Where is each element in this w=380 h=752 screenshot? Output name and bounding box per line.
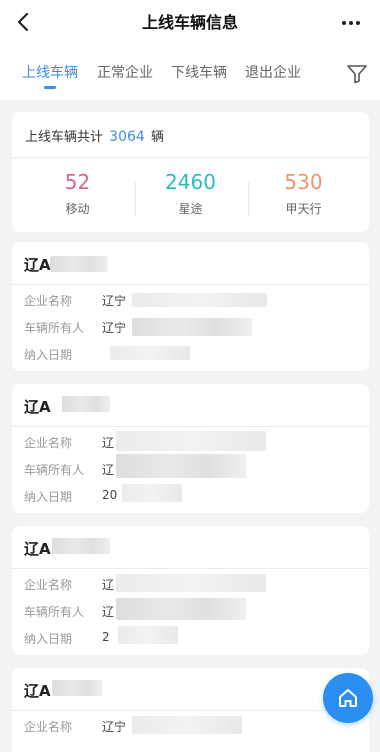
redacted-plate [50,256,108,272]
back-button[interactable] [8,6,38,38]
plate-number: 辽A [24,680,51,701]
company-label: 企业名称 [24,578,73,592]
redacted-owner [116,454,246,478]
company-label: 企业名称 [24,294,73,308]
owner-value: 辽宁 [102,321,127,335]
stat-xingtu-label: 星途 [178,202,203,216]
stat-xingtu[interactable]: 2460 星途 [131,170,250,217]
company-row: 企业名称 辽宁 [24,718,126,735]
summary-unit: 辆 [150,130,164,145]
stat-jiatianxing-value: 530 [284,170,323,194]
filter-button[interactable] [342,60,372,88]
stat-mobile-value: 52 [64,170,91,194]
owner-label: 车辆所有人 [24,463,85,477]
top-nav-bar: 上线车辆信息 [0,0,380,46]
owner-row: 车辆所有人 辽宁 [24,319,126,336]
owner-label: 车辆所有人 [24,321,85,335]
vehicle-card[interactable]: 辽A 企业名称 辽 车辆所有人 辽 纳入日期 20 [12,384,369,513]
tab-offline-vehicles[interactable]: 下线车辆 [171,62,227,86]
stat-xingtu-value: 2460 [165,170,216,194]
summary-divider [12,157,369,158]
date-value: 20 [102,488,118,502]
company-row: 企业名称 辽 [24,434,114,451]
redacted-date [118,626,178,644]
home-button[interactable] [323,673,373,723]
redacted-plate [52,680,102,696]
company-row: 企业名称 辽宁 [24,292,126,309]
date-value: 2 [102,630,110,644]
redacted-company [116,431,266,451]
vehicle-card[interactable]: 辽A 企业名称 辽宁 [12,668,369,752]
card-divider [12,710,369,711]
back-arrow-icon [17,12,29,32]
plate-prefix: 辽A [24,540,51,558]
redacted-owner [116,598,246,620]
plate-number: 辽A [24,254,51,275]
redacted-plate [62,396,110,412]
page-title: 上线车辆信息 [141,13,238,32]
company-label: 企业名称 [24,436,73,450]
plate-number: 辽A [24,538,51,559]
date-label: 纳入日期 [24,490,73,504]
date-row: 纳入日期 [24,346,72,363]
tab-normal-companies[interactable]: 正常企业 [97,62,153,86]
vehicle-card[interactable]: 辽A 企业名称 辽 车辆所有人 辽 纳入日期 2 [12,526,369,655]
card-divider [12,568,369,569]
tab-bar: 上线车辆 正常企业 下线车辆 退出企业 [0,46,380,100]
owner-value: 辽 [102,605,115,619]
redacted-plate [52,538,110,554]
owner-label: 车辆所有人 [24,605,85,619]
stat-mobile-label: 移动 [65,202,90,216]
active-tab-indicator [44,86,56,89]
plate-number: 辽A [24,396,51,417]
home-icon [339,689,357,707]
company-value: 辽 [102,436,115,450]
tab-exited-companies[interactable]: 退出企业 [245,62,301,86]
card-divider [12,284,369,285]
owner-value: 辽 [102,463,115,477]
redacted-company [132,293,267,307]
date-label: 纳入日期 [24,632,73,646]
company-value: 辽宁 [102,720,127,734]
company-value: 辽宁 [102,294,127,308]
date-label: 纳入日期 [24,348,73,362]
owner-row: 车辆所有人 辽 [24,603,114,620]
more-dots-icon [342,21,346,25]
summary-card: 上线车辆共计 3064 辆 52 移动 2460 星途 530 甲天行 [12,112,369,232]
company-value: 辽 [102,578,115,592]
redacted-company [132,716,242,734]
redacted-owner [132,318,252,336]
stat-mobile[interactable]: 52 移动 [18,170,137,217]
company-label: 企业名称 [24,720,73,734]
redacted-company [116,574,266,592]
plate-prefix: 辽A [24,682,51,700]
plate-prefix: 辽A [24,256,51,274]
card-divider [12,426,369,427]
date-row: 纳入日期 20 [24,488,117,505]
redacted-date [122,484,182,502]
filter-funnel-icon [347,65,367,84]
plate-prefix: 辽A [24,398,51,416]
owner-row: 车辆所有人 辽 [24,461,114,478]
tab-online-vehicles[interactable]: 上线车辆 [22,62,78,86]
summary-prefix: 上线车辆共计 [25,130,104,145]
more-dot [356,21,360,25]
more-dot [349,21,353,25]
summary-total-count: 3064 [109,129,145,145]
vehicle-card[interactable]: 辽A 企业名称 辽宁 车辆所有人 辽宁 纳入日期 [12,242,369,371]
stat-jiatianxing[interactable]: 530 甲天行 [244,170,363,217]
stat-jiatianxing-label: 甲天行 [285,202,322,216]
company-row: 企业名称 辽 [24,576,114,593]
redacted-date [110,346,190,360]
summary-total-line: 上线车辆共计 3064 辆 [25,126,164,145]
date-row: 纳入日期 2 [24,630,110,647]
more-button[interactable] [336,8,366,38]
